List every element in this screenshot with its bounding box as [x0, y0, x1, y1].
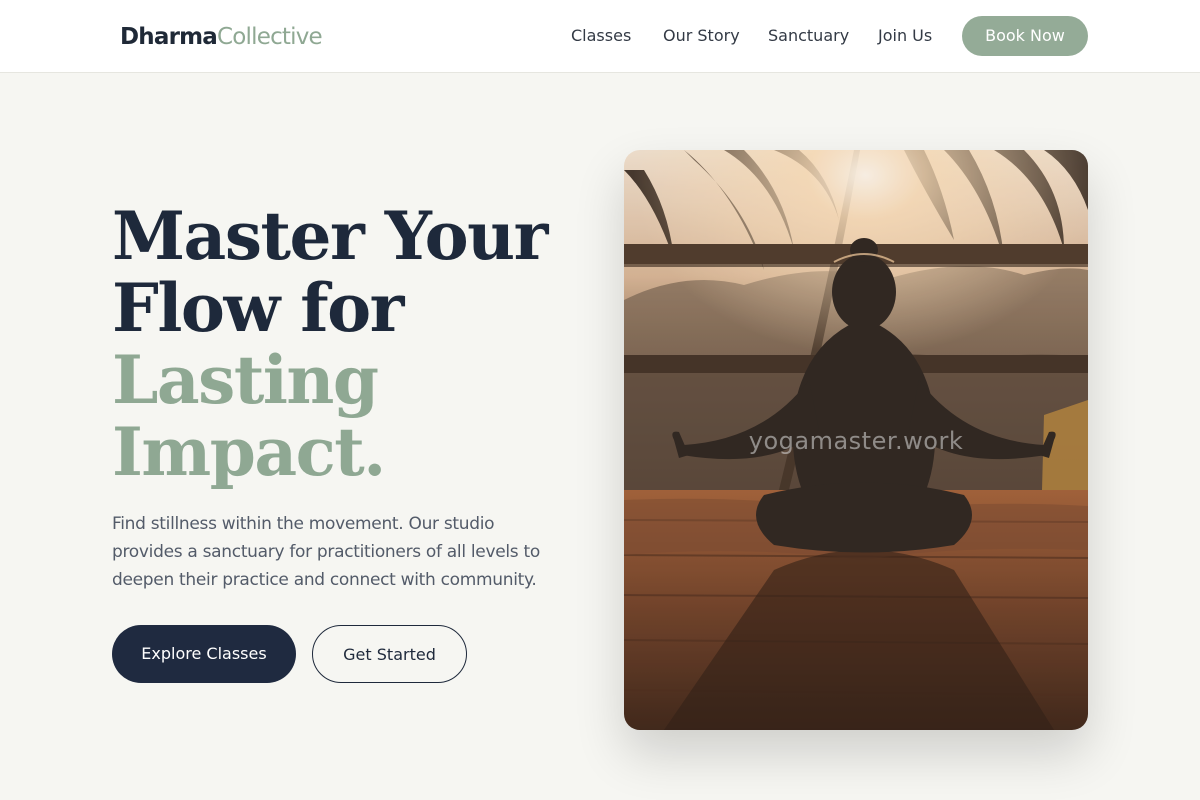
book-now-button[interactable]: Book Now — [962, 16, 1088, 56]
hero-title: Master Your Flow for Lasting Impact. — [112, 200, 582, 488]
brand-logo[interactable]: DharmaCollective — [120, 22, 323, 52]
brand-logo-part1: Dharma — [120, 24, 218, 50]
nav-link-sanctuary[interactable]: Sanctuary — [768, 26, 849, 46]
hero-image: yogamaster.work — [624, 150, 1088, 730]
nav-link-classes[interactable]: Classes — [571, 26, 631, 46]
brand-logo-part2: Collective — [217, 24, 323, 50]
site-header: DharmaCollective Classes Our Story Sanct… — [0, 0, 1200, 73]
explore-classes-button[interactable]: Explore Classes — [112, 625, 296, 683]
image-watermark: yogamaster.work — [748, 427, 964, 455]
nav-link-join-us[interactable]: Join Us — [878, 26, 932, 46]
get-started-button[interactable]: Get Started — [312, 625, 467, 683]
hero-title-line-2: Flow for — [112, 269, 404, 347]
hero-title-line-4: Impact. — [112, 413, 386, 491]
nav-link-our-story[interactable]: Our Story — [663, 26, 740, 46]
hero-title-line-3: Lasting — [112, 341, 379, 419]
hero-description: Find stillness within the movement. Our … — [112, 514, 540, 590]
hero-title-line-1: Master Your — [112, 197, 548, 275]
